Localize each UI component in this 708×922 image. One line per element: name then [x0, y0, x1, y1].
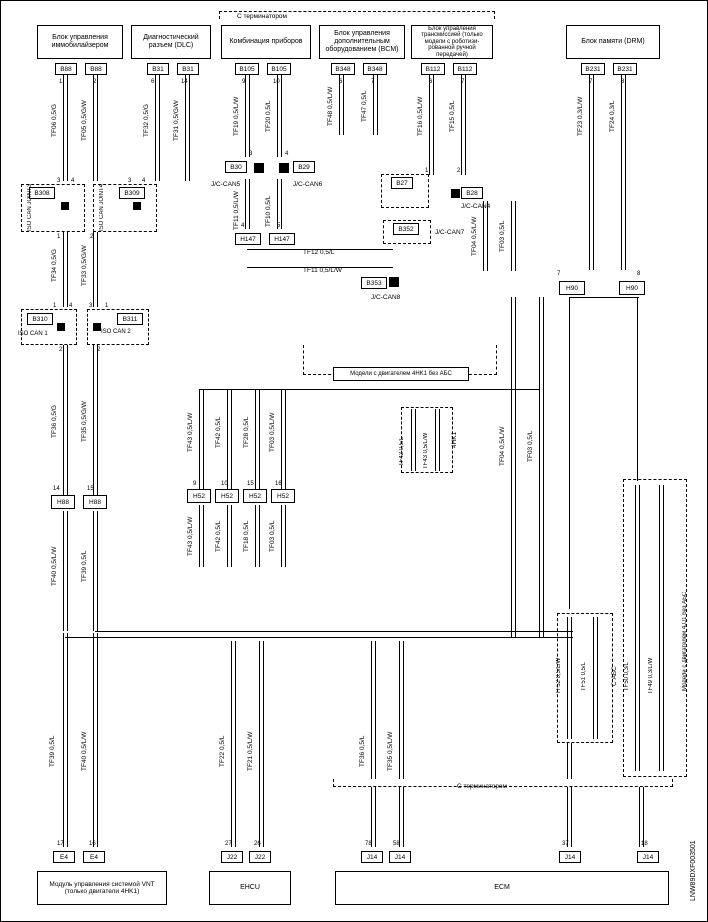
c-B348b: B348 — [363, 63, 387, 75]
blk-ecm: ECM — [335, 871, 669, 905]
c-H52c: H52 — [243, 489, 267, 503]
c-B353: B353 — [361, 277, 387, 289]
c-J22a: J22 — [221, 851, 243, 863]
c-B352: B352 — [393, 223, 419, 235]
c-H88b: H88 — [83, 495, 107, 509]
blk-drm: Блок памяти (DRM) — [566, 25, 660, 59]
c-B231b: B231 — [613, 63, 637, 75]
c-B30: B30 — [225, 161, 247, 173]
c-B348a: B348 — [331, 63, 355, 75]
c-J14a: J14 — [361, 851, 383, 863]
blk-bcm: Блок управления дополнительным оборудова… — [319, 25, 405, 59]
c-H90a: H90 — [559, 281, 585, 295]
c-H147a: H147 — [235, 233, 261, 245]
c-E4b: E4 — [83, 851, 105, 863]
term-bottom: С терминатором — [457, 783, 507, 790]
blk-vnt: Модуль управления системой VNT (только д… — [37, 871, 167, 905]
c-J14b: J14 — [389, 851, 411, 863]
c-B231a: B231 — [581, 63, 605, 75]
c-B112b: B112 — [453, 63, 477, 75]
c-H147b: H147 — [269, 233, 295, 245]
c-B310: B310 — [27, 313, 53, 325]
term-top: С терминатором — [237, 13, 287, 20]
c-E4a: E4 — [53, 851, 75, 863]
c-J14d: J14 — [637, 851, 659, 863]
c-B311: B311 — [117, 313, 143, 325]
c-B31a: B31 — [147, 63, 169, 75]
blk-immo: Блок управления иммобилайзером — [37, 25, 123, 59]
c-B28: B28 — [461, 187, 483, 199]
c-J14c: J14 — [559, 851, 581, 863]
c-B29: B29 — [293, 161, 315, 173]
c-H90b: H90 — [619, 281, 645, 295]
c-B112a: B112 — [421, 63, 445, 75]
c-B105a: B105 — [235, 63, 259, 75]
blk-ehcu: EHCU — [209, 871, 291, 905]
doc-id: LNW89DXF003501 — [690, 831, 697, 911]
c-B88a: B88 — [55, 63, 77, 75]
blk-comb: Комбинация приборов — [221, 25, 311, 59]
c-B27: B27 — [391, 177, 413, 189]
blk-trans: Блок управления трансмиссией (только мод… — [411, 25, 493, 59]
c-J22b: J22 — [249, 851, 271, 863]
c-B105b: B105 — [267, 63, 291, 75]
c-H88a: H88 — [51, 495, 75, 509]
c-B309: B309 — [119, 187, 145, 199]
blk-diag: Диагностический разъем (DLC) — [131, 25, 211, 59]
c-B31b: B31 — [177, 63, 199, 75]
c-H52b: H52 — [215, 489, 239, 503]
c-B88b: B88 — [85, 63, 107, 75]
c-H52a: H52 — [187, 489, 211, 503]
note-4hk1abs: Модели с двигателем 4HK1 без АБС — [333, 367, 469, 381]
c-H52d: H52 — [271, 489, 295, 503]
